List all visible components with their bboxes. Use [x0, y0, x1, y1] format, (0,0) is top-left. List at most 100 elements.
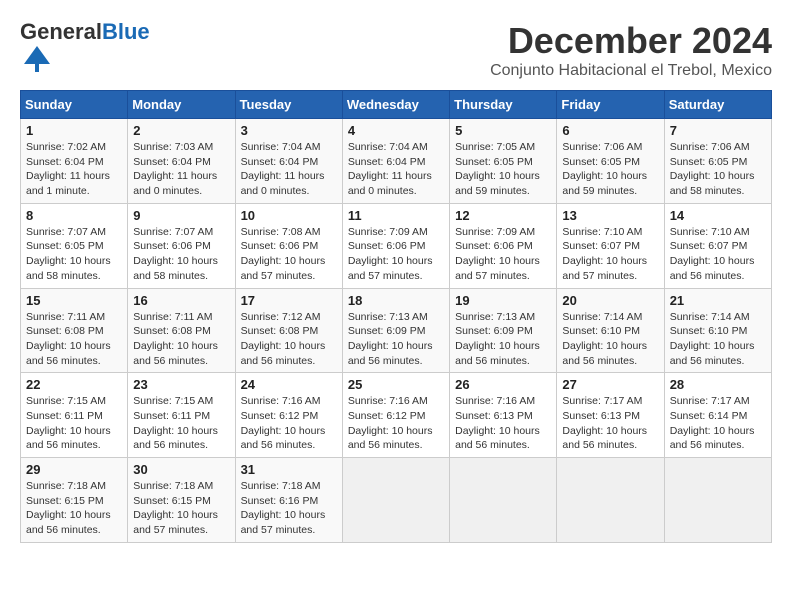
header-row: SundayMondayTuesdayWednesdayThursdayFrid…: [21, 91, 772, 119]
day-header-tuesday: Tuesday: [235, 91, 342, 119]
day-number: 15: [26, 293, 122, 308]
day-info: Sunrise: 7:15 AMSunset: 6:11 PMDaylight:…: [26, 394, 122, 453]
calendar-cell: 23Sunrise: 7:15 AMSunset: 6:11 PMDayligh…: [128, 373, 235, 458]
day-info: Sunrise: 7:17 AMSunset: 6:13 PMDaylight:…: [562, 394, 658, 453]
day-info: Sunrise: 7:03 AMSunset: 6:04 PMDaylight:…: [133, 140, 229, 199]
calendar-cell: 6 Sunrise: 7:06 AMSunset: 6:05 PMDaylight…: [557, 119, 664, 204]
logo-blue-text: Blue: [102, 19, 150, 44]
day-number: 27: [562, 377, 658, 392]
day-info: Sunrise: 7:14 AMSunset: 6:10 PMDaylight:…: [562, 310, 658, 369]
calendar-cell: [342, 458, 449, 543]
day-number: 28: [670, 377, 766, 392]
day-info: Sunrise: 7:09 AMSunset: 6:06 PMDaylight:…: [348, 225, 444, 284]
day-header-wednesday: Wednesday: [342, 91, 449, 119]
calendar-cell: 24Sunrise: 7:16 AMSunset: 6:12 PMDayligh…: [235, 373, 342, 458]
day-info: Sunrise: 7:07 AMSunset: 6:05 PMDaylight:…: [26, 225, 122, 284]
day-info: Sunrise: 7:04 AMSunset: 6:04 PMDaylight:…: [348, 140, 444, 199]
day-header-thursday: Thursday: [450, 91, 557, 119]
day-info: Sunrise: 7:16 AMSunset: 6:12 PMDaylight:…: [348, 394, 444, 453]
calendar-cell: 16Sunrise: 7:11 AMSunset: 6:08 PMDayligh…: [128, 288, 235, 373]
day-number: 6: [562, 123, 658, 138]
page-header: GeneralBlue December 2024 Conjunto Habit…: [20, 20, 772, 80]
day-number: 31: [241, 462, 337, 477]
day-number: 20: [562, 293, 658, 308]
calendar-cell: 2Sunrise: 7:03 AMSunset: 6:04 PMDaylight…: [128, 119, 235, 204]
day-number: 12: [455, 208, 551, 223]
day-info: Sunrise: 7:04 AMSunset: 6:04 PMDaylight:…: [241, 140, 337, 199]
day-info: Sunrise: 7:16 AMSunset: 6:13 PMDaylight:…: [455, 394, 551, 453]
day-number: 29: [26, 462, 122, 477]
day-number: 14: [670, 208, 766, 223]
calendar-cell: 22 Sunrise: 7:15 AMSunset: 6:11 PMDayligh…: [21, 373, 128, 458]
day-number: 11: [348, 208, 444, 223]
calendar-cell: 3 Sunrise: 7:04 AMSunset: 6:04 PMDaylight…: [235, 119, 342, 204]
calendar-cell: 9 Sunrise: 7:07 AMSunset: 6:06 PMDaylight…: [128, 203, 235, 288]
day-info: Sunrise: 7:18 AMSunset: 6:16 PMDaylight:…: [241, 479, 337, 538]
day-info: Sunrise: 7:18 AMSunset: 6:15 PMDaylight:…: [26, 479, 122, 538]
calendar-cell: 11 Sunrise: 7:09 AMSunset: 6:06 PMDayligh…: [342, 203, 449, 288]
logo: GeneralBlue: [20, 20, 150, 79]
day-info: Sunrise: 7:15 AMSunset: 6:11 PMDaylight:…: [133, 394, 229, 453]
day-info: Sunrise: 7:06 AMSunset: 6:05 PMDaylight:…: [562, 140, 658, 199]
day-header-saturday: Saturday: [664, 91, 771, 119]
day-header-friday: Friday: [557, 91, 664, 119]
day-info: Sunrise: 7:09 AMSunset: 6:06 PMDaylight:…: [455, 225, 551, 284]
day-number: 9: [133, 208, 229, 223]
day-info: Sunrise: 7:12 AMSunset: 6:08 PMDaylight:…: [241, 310, 337, 369]
day-number: 18: [348, 293, 444, 308]
day-header-monday: Monday: [128, 91, 235, 119]
logo-general-text: General: [20, 19, 102, 44]
calendar-cell: 7 Sunrise: 7:06 AMSunset: 6:05 PMDaylight…: [664, 119, 771, 204]
calendar-cell: 27 Sunrise: 7:17 AMSunset: 6:13 PMDayligh…: [557, 373, 664, 458]
day-info: Sunrise: 7:08 AMSunset: 6:06 PMDaylight:…: [241, 225, 337, 284]
day-number: 7: [670, 123, 766, 138]
day-info: Sunrise: 7:13 AMSunset: 6:09 PMDaylight:…: [348, 310, 444, 369]
day-info: Sunrise: 7:11 AMSunset: 6:08 PMDaylight:…: [133, 310, 229, 369]
calendar-week-2: 8 Sunrise: 7:07 AMSunset: 6:05 PMDaylight…: [21, 203, 772, 288]
day-number: 25: [348, 377, 444, 392]
day-number: 5: [455, 123, 551, 138]
month-title: December 2024: [490, 20, 772, 62]
calendar-cell: [664, 458, 771, 543]
day-info: Sunrise: 7:13 AMSunset: 6:09 PMDaylight:…: [455, 310, 551, 369]
day-info: Sunrise: 7:10 AMSunset: 6:07 PMDaylight:…: [562, 225, 658, 284]
calendar-cell: 28 Sunrise: 7:17 AMSunset: 6:14 PMDayligh…: [664, 373, 771, 458]
day-number: 10: [241, 208, 337, 223]
subtitle: Conjunto Habitacional el Trebol, Mexico: [490, 62, 772, 80]
calendar-cell: [557, 458, 664, 543]
calendar-cell: [450, 458, 557, 543]
day-number: 24: [241, 377, 337, 392]
day-number: 3: [241, 123, 337, 138]
day-info: Sunrise: 7:11 AMSunset: 6:08 PMDaylight:…: [26, 310, 122, 369]
day-number: 1: [26, 123, 122, 138]
calendar-cell: 31 Sunrise: 7:18 AMSunset: 6:16 PMDayligh…: [235, 458, 342, 543]
calendar-cell: 12 Sunrise: 7:09 AMSunset: 6:06 PMDayligh…: [450, 203, 557, 288]
day-number: 22: [26, 377, 122, 392]
title-block: December 2024 Conjunto Habitacional el T…: [490, 20, 772, 80]
calendar-cell: 10 Sunrise: 7:08 AMSunset: 6:06 PMDayligh…: [235, 203, 342, 288]
calendar-cell: 4 Sunrise: 7:04 AMSunset: 6:04 PMDaylight…: [342, 119, 449, 204]
day-number: 30: [133, 462, 229, 477]
calendar-cell: 8 Sunrise: 7:07 AMSunset: 6:05 PMDaylight…: [21, 203, 128, 288]
day-number: 19: [455, 293, 551, 308]
calendar-cell: 20 Sunrise: 7:14 AMSunset: 6:10 PMDayligh…: [557, 288, 664, 373]
calendar-cell: 18 Sunrise: 7:13 AMSunset: 6:09 PMDayligh…: [342, 288, 449, 373]
calendar-week-4: 22 Sunrise: 7:15 AMSunset: 6:11 PMDayligh…: [21, 373, 772, 458]
day-number: 8: [26, 208, 122, 223]
calendar-week-5: 29 Sunrise: 7:18 AMSunset: 6:15 PMDayligh…: [21, 458, 772, 543]
day-number: 26: [455, 377, 551, 392]
day-info: Sunrise: 7:07 AMSunset: 6:06 PMDaylight:…: [133, 225, 229, 284]
day-number: 4: [348, 123, 444, 138]
calendar-cell: 17 Sunrise: 7:12 AMSunset: 6:08 PMDayligh…: [235, 288, 342, 373]
calendar-cell: 26 Sunrise: 7:16 AMSunset: 6:13 PMDayligh…: [450, 373, 557, 458]
day-info: Sunrise: 7:17 AMSunset: 6:14 PMDaylight:…: [670, 394, 766, 453]
calendar-table: SundayMondayTuesdayWednesdayThursdayFrid…: [20, 90, 772, 543]
calendar-cell: 29 Sunrise: 7:18 AMSunset: 6:15 PMDayligh…: [21, 458, 128, 543]
day-number: 17: [241, 293, 337, 308]
day-header-sunday: Sunday: [21, 91, 128, 119]
calendar-week-1: 1Sunrise: 7:02 AMSunset: 6:04 PMDaylight…: [21, 119, 772, 204]
day-info: Sunrise: 7:06 AMSunset: 6:05 PMDaylight:…: [670, 140, 766, 199]
calendar-cell: 1Sunrise: 7:02 AMSunset: 6:04 PMDaylight…: [21, 119, 128, 204]
logo-icon: [22, 44, 52, 74]
calendar-cell: 14Sunrise: 7:10 AMSunset: 6:07 PMDayligh…: [664, 203, 771, 288]
